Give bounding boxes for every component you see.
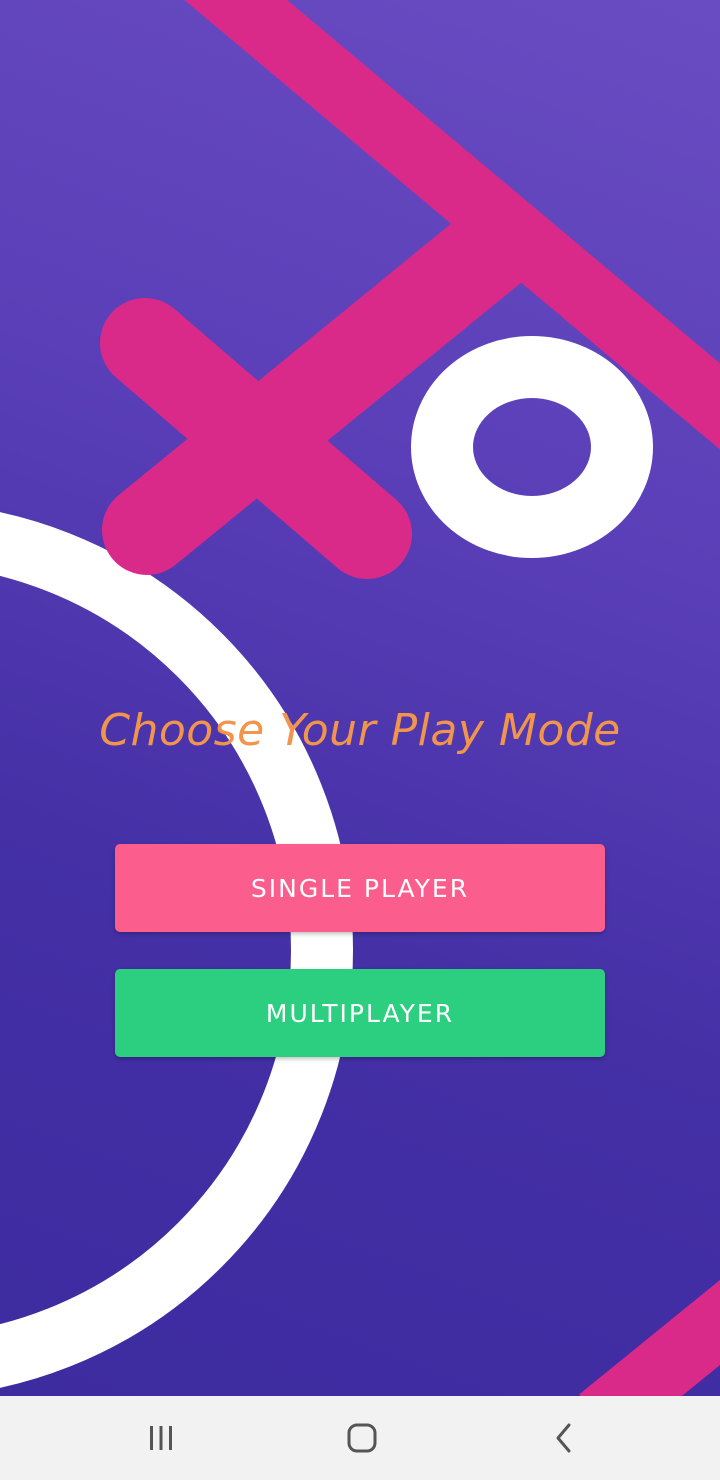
large-o-ring-decoration (0, 512, 353, 1388)
home-button[interactable] (302, 1396, 422, 1480)
background-artwork (0, 0, 720, 1396)
back-button[interactable] (504, 1396, 624, 1480)
multiplayer-button[interactable]: MULTIPLAYER (115, 969, 605, 1057)
app-area: Choose Your Play Mode SINGLE PLAYER MULT… (0, 0, 720, 1396)
single-player-button[interactable]: SINGLE PLAYER (115, 844, 605, 932)
o-ring-decoration (411, 336, 653, 558)
recent-apps-icon (150, 1426, 172, 1450)
recent-apps-button[interactable] (101, 1396, 221, 1480)
system-navigation-bar (0, 1396, 720, 1480)
back-icon (556, 1423, 571, 1453)
play-mode-screen: Choose Your Play Mode SINGLE PLAYER MULT… (0, 0, 720, 1480)
home-icon (347, 1423, 377, 1453)
page-title: Choose Your Play Mode (99, 705, 621, 756)
corner-line-decoration (579, 1279, 720, 1396)
